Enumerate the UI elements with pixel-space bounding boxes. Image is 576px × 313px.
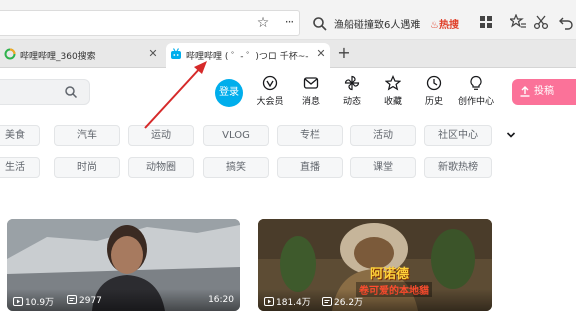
undo-icon[interactable]	[558, 14, 574, 30]
new-tab-button[interactable]: +	[336, 44, 352, 62]
upload-label: 投稿	[534, 86, 554, 97]
bilibili-favicon-icon	[171, 48, 181, 59]
mail-icon	[303, 77, 319, 89]
360-search-favicon-icon	[4, 48, 16, 60]
channel-item[interactable]: 新歌热榜	[424, 157, 492, 178]
nav-item-history[interactable]: 历史	[414, 75, 454, 111]
channel-item[interactable]: 直播	[277, 157, 343, 178]
channel-item[interactable]: 社区中心	[424, 125, 492, 146]
nav-label: 历史	[424, 97, 443, 107]
channel-item[interactable]: VLOG	[203, 125, 269, 146]
channel-item[interactable]: 美食	[0, 125, 40, 146]
channel-item[interactable]: 专栏	[277, 125, 343, 146]
play-count-icon	[13, 297, 23, 306]
nav-item-vip[interactable]: 大会员	[250, 75, 290, 111]
thumbnail-overlay-title: 阿诺德	[370, 267, 410, 282]
channel-item[interactable]: 搞笑	[203, 157, 269, 178]
scissors-icon[interactable]	[533, 14, 549, 30]
hot-search-badge: ♨热搜	[430, 20, 459, 31]
bookmark-star-icon[interactable]: ☆	[254, 14, 272, 32]
tab-title: 哔哩哔哩_360搜索	[20, 52, 96, 62]
favorites-list-icon[interactable]	[510, 14, 526, 30]
flame-icon: ♨	[430, 20, 439, 31]
upload-button[interactable]: 投稿	[512, 79, 576, 105]
channel-item[interactable]: 时尚	[54, 157, 120, 178]
browser-search-box[interactable]: 渔船碰撞致6人遇难 ♨热搜	[306, 12, 472, 36]
vip-icon	[262, 75, 278, 91]
video-stats-bar: 181.4万 26.2万	[258, 289, 492, 311]
windmill-icon	[344, 75, 360, 91]
channel-item[interactable]: 汽车	[54, 125, 120, 146]
tab-strip: 哔哩哔哩_360搜索 ✕ 哔哩哔哩 ( ゜- ゜)つロ 千杯~- ✕ +	[0, 40, 576, 68]
danmaku-count: 26.2万	[322, 295, 363, 308]
video-stats-bar: 10.9万 2977 16:20	[7, 289, 240, 311]
login-button[interactable]: 登录	[215, 79, 243, 107]
video-card[interactable]: 阿诺德 卷可爱的本地貓 181.4万 26.2万	[258, 219, 492, 311]
tab-bilibili[interactable]: 哔哩哔哩 ( ゜- ゜)つロ 千杯~- ✕	[166, 43, 330, 68]
nav-item-messages[interactable]: 消息	[291, 75, 331, 111]
tab-title: 哔哩哔哩 ( ゜- ゜)つロ 千杯~-	[186, 52, 309, 62]
view-count: 10.9万	[13, 295, 54, 308]
nav-label: 收藏	[383, 97, 402, 107]
nav-label: 大会员	[256, 97, 284, 107]
nav-label: 创作中心	[457, 97, 494, 107]
site-header: 登录 大会员 消息 动态 收藏 历史 创作中心 投稿	[0, 69, 576, 114]
close-tab-icon[interactable]: ✕	[314, 47, 328, 61]
close-tab-icon[interactable]: ✕	[146, 47, 160, 61]
nav-label: 动态	[342, 97, 361, 107]
nav-item-dynamics[interactable]: 动态	[332, 75, 372, 111]
search-box-text: 渔船碰撞致6人遇难	[334, 20, 421, 31]
star-icon	[385, 75, 401, 91]
channel-item[interactable]: 生活	[0, 157, 40, 178]
channel-item[interactable]: 运动	[128, 125, 194, 146]
tab-360-search[interactable]: 哔哩哔哩_360搜索 ✕	[0, 43, 162, 68]
site-search-input[interactable]	[0, 79, 90, 105]
danmaku-icon	[67, 295, 77, 304]
search-icon[interactable]	[64, 85, 78, 99]
grid-apps-icon[interactable]	[478, 14, 494, 30]
clock-icon	[426, 75, 442, 91]
chevron-down-icon[interactable]	[505, 129, 517, 141]
bulb-icon	[470, 75, 482, 90]
view-count: 181.4万	[264, 295, 311, 308]
video-duration: 16:20	[208, 295, 234, 305]
danmaku-icon	[322, 297, 332, 306]
nav-item-creator-center[interactable]: 创作中心	[456, 75, 496, 111]
channel-item[interactable]: 活动	[350, 125, 416, 146]
search-icon	[313, 17, 327, 31]
browser-toolbar: ☆ ··· 渔船碰撞致6人遇难 ♨热搜	[0, 0, 576, 40]
upload-icon	[520, 86, 530, 97]
channel-item[interactable]: 动物圈	[128, 157, 194, 178]
nav-item-favorites[interactable]: 收藏	[373, 75, 413, 111]
nav-label: 消息	[301, 97, 320, 107]
play-count-icon	[264, 297, 274, 306]
video-card[interactable]: 10.9万 2977 16:20	[7, 219, 240, 311]
more-options-button[interactable]: ···	[280, 14, 298, 32]
danmaku-count: 2977	[67, 295, 102, 306]
channel-item[interactable]: 课堂	[350, 157, 416, 178]
